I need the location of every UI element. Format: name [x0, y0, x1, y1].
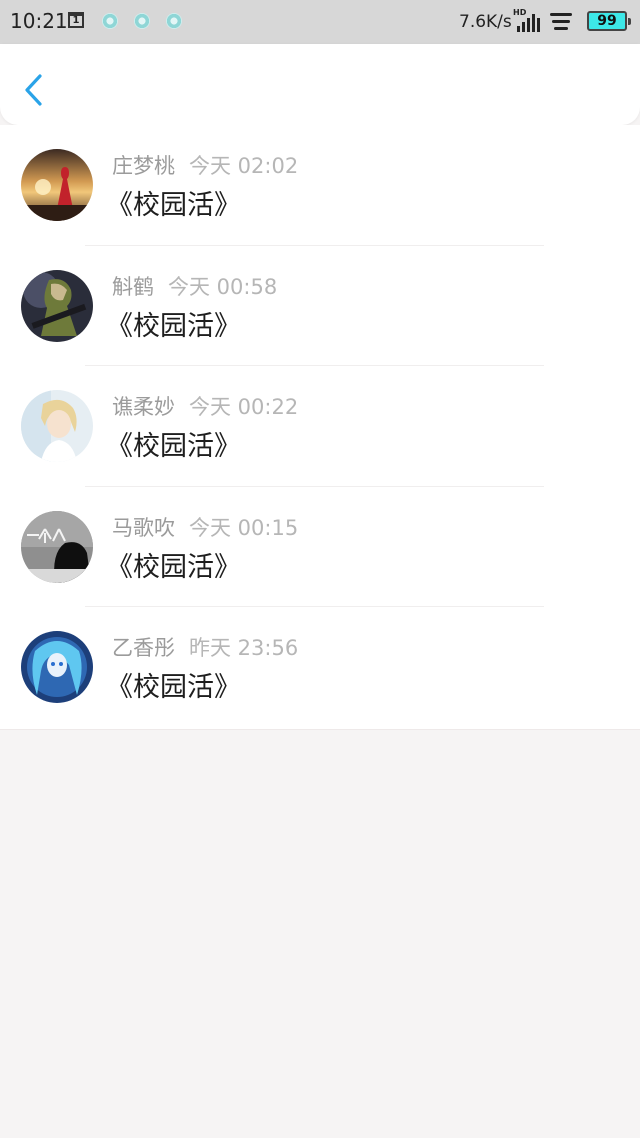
signal-hd-label: HD — [513, 8, 527, 17]
sender-name: 斛鹤 — [112, 274, 154, 299]
sender-name: 谯柔妙 — [112, 395, 175, 419]
list-item[interactable]: 马歌吹 今天 00:15 《校园活》 — [0, 487, 640, 608]
network-speed: 7.6K/s — [459, 12, 512, 32]
signal-icon: HD — [513, 8, 543, 32]
notification-icon — [134, 13, 150, 29]
list-item[interactable]: 谯柔妙 今天 00:22 《校园活》 — [0, 366, 640, 487]
message-meta: 庄梦桃 今天 02:02 — [112, 153, 298, 179]
message-time: 昨天 23:56 — [189, 636, 299, 660]
nav-bar — [0, 44, 640, 125]
wifi-icon — [550, 13, 578, 33]
notification-icon — [102, 13, 118, 29]
message-text: 《校园活》 — [106, 310, 241, 342]
list-item[interactable]: 乙香彤 昨天 23:56 《校园活》 — [0, 607, 640, 728]
message-meta: 乙香彤 昨天 23:56 — [112, 635, 298, 661]
message-time: 今天 00:58 — [168, 274, 278, 299]
message-meta: 谯柔妙 今天 00:22 — [112, 394, 298, 420]
chevron-left-icon — [25, 74, 42, 106]
message-time: 今天 02:02 — [189, 154, 299, 178]
message-time: 今天 00:15 — [189, 515, 299, 540]
avatar[interactable] — [21, 510, 93, 583]
status-time: 10:21 — [10, 9, 68, 33]
avatar[interactable] — [21, 631, 93, 703]
battery-icon: 99 — [587, 11, 631, 31]
message-meta: 马歌吹 今天 00:15 — [112, 515, 298, 541]
sender-name: 庄梦桃 — [112, 154, 175, 178]
list-item[interactable]: 庄梦桃 今天 02:02 《校园活》 — [0, 125, 640, 246]
message-text: 《校园活》 — [106, 431, 241, 462]
message-time: 今天 00:22 — [189, 395, 299, 419]
back-button[interactable] — [18, 72, 48, 108]
avatar[interactable] — [21, 269, 93, 342]
message-text: 《校园活》 — [106, 672, 241, 703]
message-list: 庄梦桃 今天 02:02 《校园活》 斛鹤 今天 00:58 《校园活》 谯柔妙… — [0, 125, 640, 730]
avatar[interactable] — [21, 149, 93, 221]
message-text: 《校园活》 — [106, 551, 241, 583]
message-text: 《校园活》 — [106, 190, 241, 221]
notification-icon — [166, 13, 182, 29]
calendar-icon: 1 — [68, 12, 84, 28]
avatar[interactable] — [21, 390, 93, 462]
sender-name: 马歌吹 — [112, 515, 175, 540]
message-meta: 斛鹤 今天 00:58 — [112, 274, 277, 300]
list-item[interactable]: 斛鹤 今天 00:58 《校园活》 — [0, 246, 640, 367]
sender-name: 乙香彤 — [112, 636, 175, 660]
status-bar: 10:21 1 7.6K/s HD 99 — [0, 0, 640, 44]
